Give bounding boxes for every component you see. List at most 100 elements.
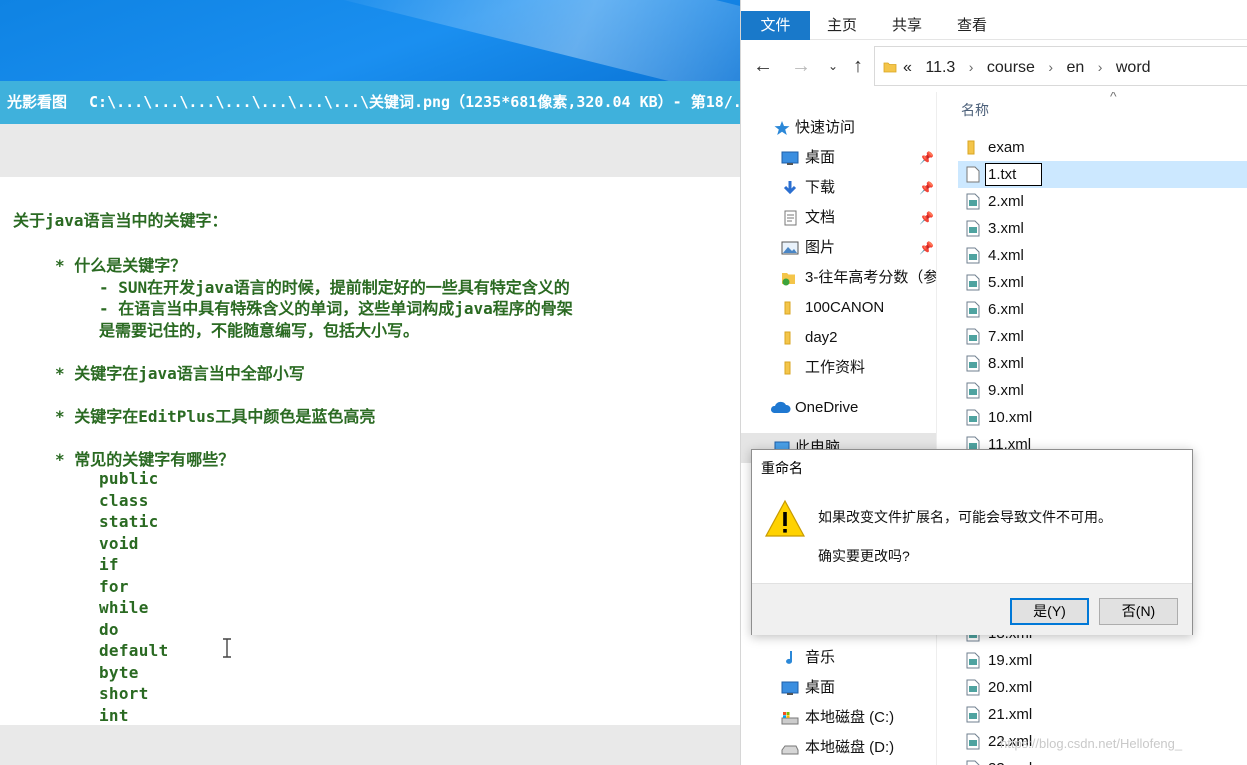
file-row[interactable]: 20.xml bbox=[958, 674, 1247, 701]
file-name: 6.xml bbox=[988, 301, 1024, 318]
music-icon bbox=[786, 651, 793, 664]
breadcrumb-item[interactable]: 11.3 bbox=[925, 59, 955, 76]
doc-q1: * 什么是关键字？ bbox=[55, 256, 187, 275]
doc-heading: 关于java语言当中的关键字： bbox=[13, 211, 228, 230]
picture-icon bbox=[781, 241, 799, 255]
file-row[interactable]: 8.xml bbox=[958, 350, 1247, 377]
breadcrumb-chevron-icon[interactable]: › bbox=[1048, 59, 1053, 75]
no-button[interactable]: 否(N) bbox=[1099, 598, 1178, 625]
tab-home[interactable]: 主页 bbox=[818, 11, 866, 40]
forward-arrow-icon[interactable]: → bbox=[789, 54, 813, 78]
nav-music[interactable]: 音乐 bbox=[741, 643, 936, 673]
up-arrow-icon[interactable]: ↑ bbox=[846, 54, 870, 78]
nav-downloads[interactable]: 下载 📌 bbox=[741, 173, 936, 203]
nav-label: 下载 bbox=[805, 179, 836, 196]
file-name: exam bbox=[988, 139, 1025, 156]
folder-icon bbox=[784, 301, 791, 315]
file-name: 19.xml bbox=[988, 652, 1033, 669]
breadcrumb-chevron-icon[interactable]: › bbox=[1098, 59, 1103, 75]
breadcrumb-overflow[interactable]: « bbox=[903, 59, 912, 76]
file-row[interactable]: 6.xml bbox=[958, 296, 1247, 323]
nav-label: 工作资料 bbox=[805, 359, 866, 376]
xml-file-icon bbox=[966, 301, 980, 318]
rename-confirm-dialog: 重命名 如果改变文件扩展名，可能会导致文件不可用。 确实要更改吗? 是(Y) 否… bbox=[751, 449, 1193, 635]
breadcrumb-chevron-icon[interactable]: › bbox=[969, 59, 974, 75]
file-row[interactable]: 7.xml bbox=[958, 323, 1247, 350]
keyword-item: byte bbox=[99, 663, 139, 682]
nav-label: 100CANON bbox=[805, 299, 885, 316]
file-row[interactable]: 3.xml bbox=[958, 215, 1247, 242]
xml-file-icon bbox=[966, 652, 980, 669]
nav-label: 图片 bbox=[805, 239, 836, 256]
nav-label: day2 bbox=[805, 329, 838, 346]
keyword-item: int bbox=[99, 706, 129, 725]
keyword-item: while bbox=[99, 598, 149, 617]
viewer-toolbar bbox=[0, 124, 740, 177]
xml-file-icon bbox=[966, 247, 980, 264]
folder-icon bbox=[784, 331, 791, 345]
xml-file-icon bbox=[966, 679, 980, 696]
tab-file[interactable]: 文件 bbox=[741, 11, 810, 40]
nav-pictures[interactable]: 图片 📌 bbox=[741, 233, 936, 263]
file-explorer-window: 文件 主页 共享 查看 ← → ⌄ ↑ « 11.3 › course › en… bbox=[740, 0, 1247, 765]
file-name: 9.xml bbox=[988, 382, 1024, 399]
address-bar[interactable]: « 11.3 › course › en › word bbox=[874, 46, 1247, 86]
file-row[interactable]: 5.xml bbox=[958, 269, 1247, 296]
pin-icon: 📌 bbox=[919, 241, 934, 255]
nav-folder-100canon[interactable]: 100CANON bbox=[741, 293, 936, 323]
nav-desktop-2[interactable]: 桌面 bbox=[741, 673, 936, 703]
xml-file-icon bbox=[966, 409, 980, 426]
breadcrumb-item[interactable]: course bbox=[987, 59, 1035, 76]
keyword-item: static bbox=[99, 512, 159, 531]
file-row-folder[interactable]: exam bbox=[958, 134, 1247, 161]
file-row[interactable]: 10.xml bbox=[958, 404, 1247, 431]
file-row[interactable]: 2.xml bbox=[958, 188, 1247, 215]
nav-drive-d[interactable]: 本地磁盘 (D:) bbox=[741, 733, 936, 763]
xml-file-icon bbox=[966, 220, 980, 237]
nav-desktop[interactable]: 桌面 📌 bbox=[741, 143, 936, 173]
doc-p2: * 关键字在java语言当中全部小写 bbox=[55, 364, 305, 383]
nav-folder-day2[interactable]: day2 bbox=[741, 323, 936, 353]
file-list-pane: 名称 ^ exam 1.txt 2.xml 3.xml 4.xml 5.xml 6.xm… bbox=[938, 92, 1247, 765]
xml-file-icon bbox=[966, 760, 980, 765]
file-row[interactable]: 9.xml bbox=[958, 377, 1247, 404]
rename-input[interactable]: 1.txt bbox=[985, 163, 1042, 186]
viewer-file-info: C:\...\...\...\...\...\...\...\关键词.png（1… bbox=[89, 93, 740, 111]
image-viewer-window: 光影看图 C:\...\...\...\...\...\...\...\关键词.p… bbox=[0, 0, 740, 765]
doc-q1-c: 是需要记住的，不能随意编写，包括大小写。 bbox=[99, 321, 420, 340]
file-row[interactable]: 19.xml bbox=[958, 647, 1247, 674]
file-name: 23.xml bbox=[988, 755, 1032, 765]
back-arrow-icon[interactable]: ← bbox=[751, 54, 775, 78]
document-icon bbox=[784, 210, 797, 226]
file-name: 5.xml bbox=[988, 274, 1024, 291]
nav-drive-c[interactable]: 本地磁盘 (C:) bbox=[741, 703, 936, 733]
sort-ascending-icon: ^ bbox=[1110, 92, 1117, 104]
nav-documents[interactable]: 文档 📌 bbox=[741, 203, 936, 233]
tab-view[interactable]: 查看 bbox=[948, 11, 996, 40]
keyword-item: class bbox=[99, 491, 149, 510]
desktop-icon bbox=[781, 151, 799, 165]
file-row[interactable]: 23.xml bbox=[958, 755, 1247, 765]
file-row-selected[interactable]: 1.txt bbox=[958, 161, 1247, 188]
folder-sync-icon bbox=[782, 273, 795, 286]
nav-quick-access[interactable]: 快速访问 bbox=[741, 113, 936, 143]
breadcrumb-item[interactable]: en bbox=[1067, 59, 1085, 76]
nav-onedrive[interactable]: OneDrive bbox=[741, 393, 936, 423]
tab-share[interactable]: 共享 bbox=[883, 11, 931, 40]
folder-icon bbox=[883, 62, 897, 73]
yes-button[interactable]: 是(Y) bbox=[1010, 598, 1089, 625]
dialog-question: 确实要更改吗? bbox=[818, 548, 910, 564]
breadcrumb-item[interactable]: word bbox=[1116, 59, 1151, 76]
pin-icon: 📌 bbox=[919, 211, 934, 225]
nav-label: 桌面 bbox=[805, 149, 836, 166]
nav-folder-scores[interactable]: 3-往年高考分数（参 bbox=[741, 263, 936, 293]
pin-icon: 📌 bbox=[919, 151, 934, 165]
keyword-item: do bbox=[99, 620, 119, 639]
column-header-name[interactable]: 名称 bbox=[961, 100, 989, 120]
keyword-item: short bbox=[99, 684, 149, 703]
recent-locations-chevron-icon[interactable]: ⌄ bbox=[821, 54, 845, 78]
viewer-title-bar[interactable]: 光影看图 C:\...\...\...\...\...\...\...\关键词.p… bbox=[0, 81, 740, 124]
file-row[interactable]: 21.xml bbox=[958, 701, 1247, 728]
file-row[interactable]: 4.xml bbox=[958, 242, 1247, 269]
nav-folder-work[interactable]: 工作资料 bbox=[741, 353, 936, 383]
